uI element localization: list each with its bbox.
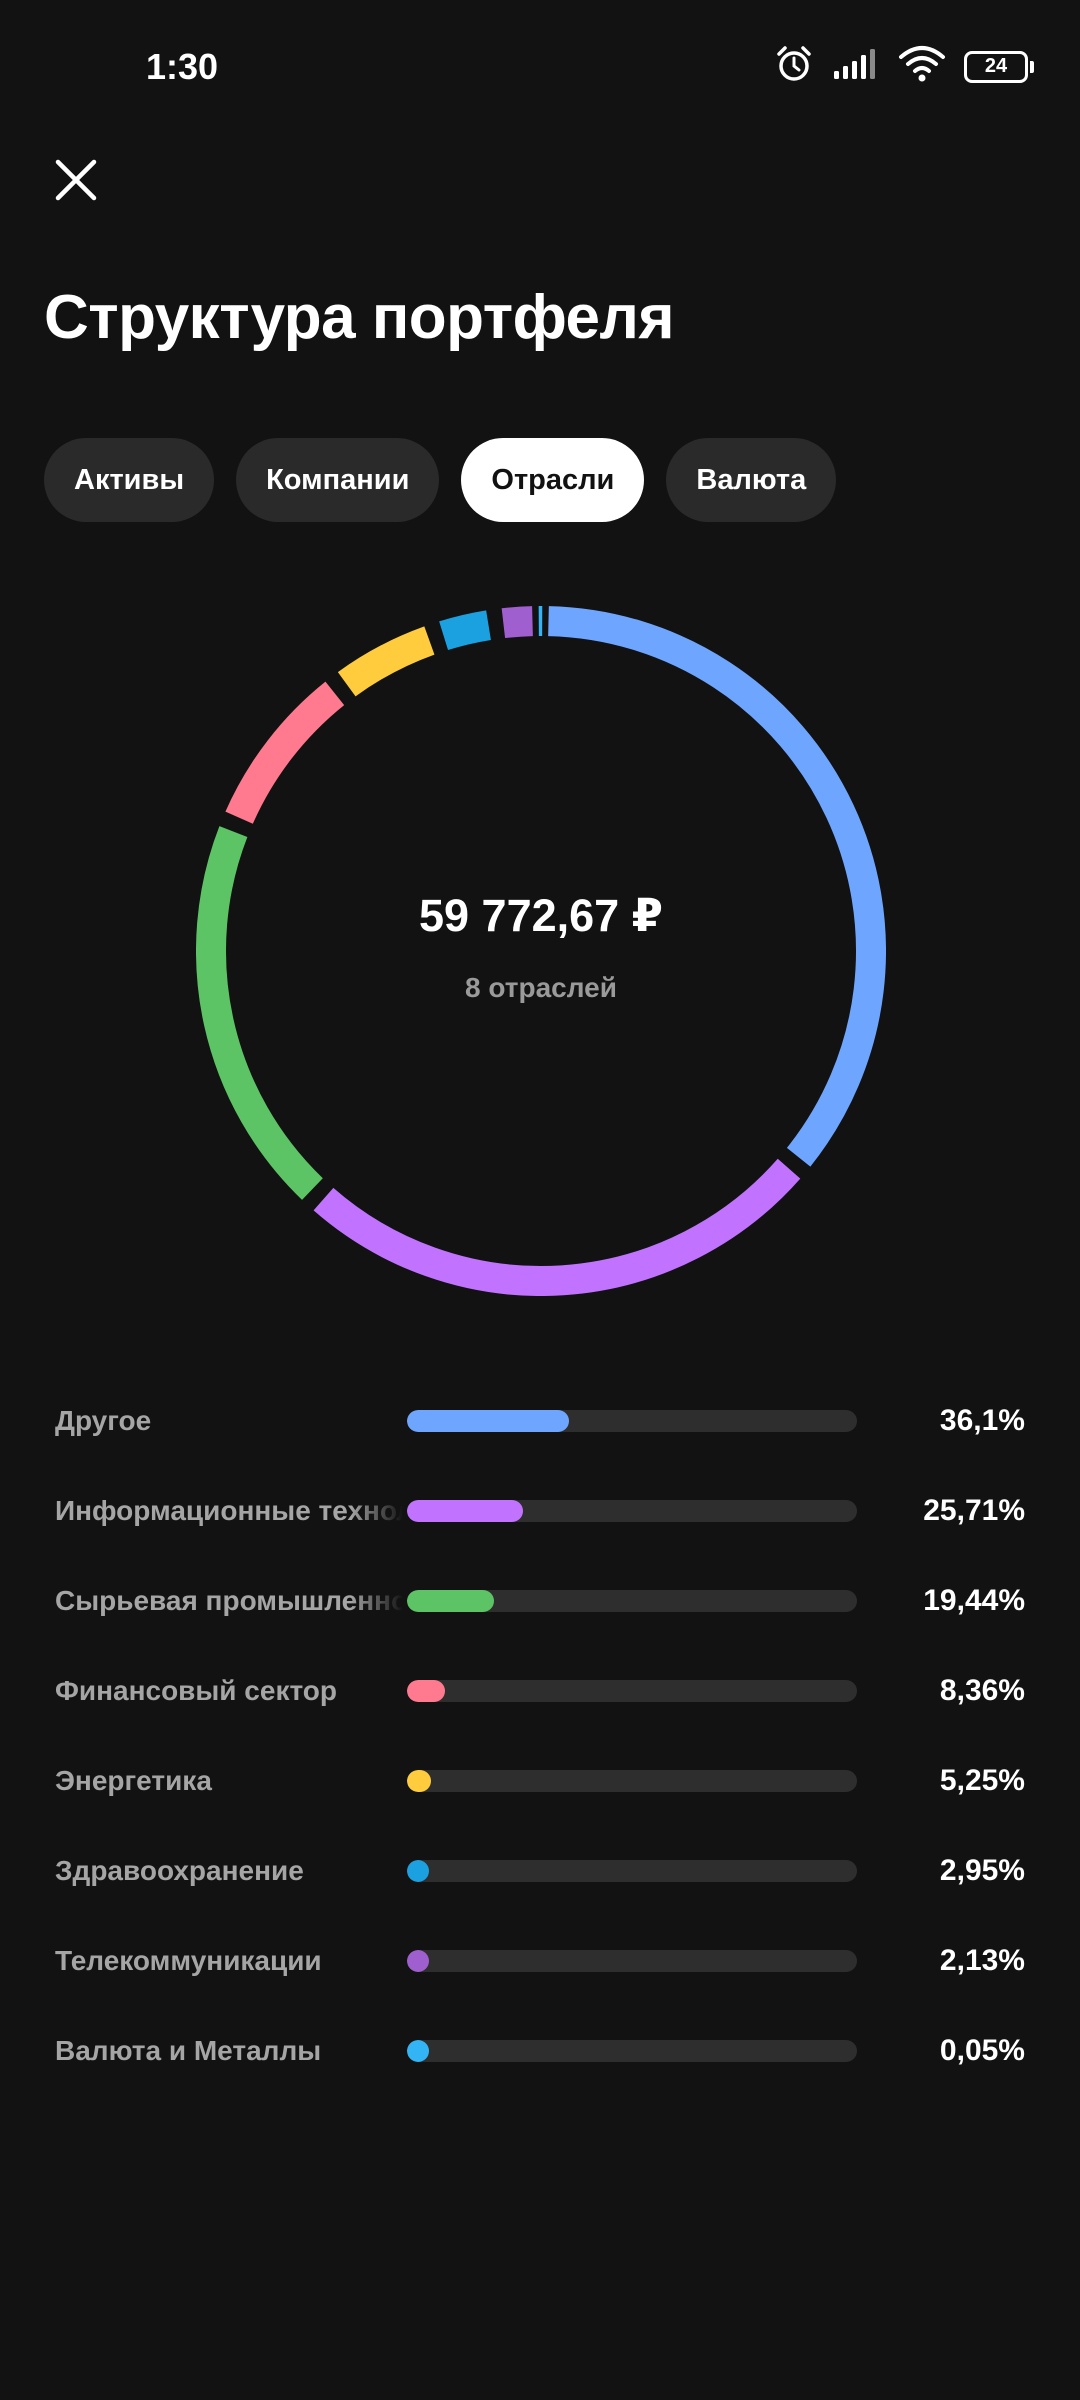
- page-title: Структура портфеля: [44, 283, 675, 352]
- sector-bar-fill: [407, 1680, 445, 1702]
- sector-percent: 2,95%: [939, 1854, 1025, 1887]
- sector-count: 8 отраслей: [465, 971, 617, 1003]
- sector-percent: 2,13%: [939, 1944, 1025, 1977]
- sector-bar-fill: [407, 1770, 431, 1792]
- sector-percent: 8,36%: [939, 1674, 1025, 1707]
- sector-bar-fill: [407, 1410, 570, 1432]
- donut-center: 59 772,67 ₽ 8 отраслей: [196, 606, 886, 1296]
- sector-label: Телекоммуникации: [55, 1945, 322, 1976]
- sector-bar-fill: [407, 2040, 429, 2062]
- sector-bar-track: [407, 1410, 857, 1432]
- sector-percent: 36,1%: [939, 1404, 1025, 1437]
- sector-row[interactable]: Финансовый сектор 8,36%: [55, 1646, 1025, 1736]
- sector-bar-track: [407, 1770, 857, 1792]
- portfolio-donut-chart: 59 772,67 ₽ 8 отраслей: [196, 606, 886, 1296]
- sector-bar-fill: [407, 1950, 429, 1972]
- sector-row[interactable]: Другое 36,1%: [55, 1376, 1025, 1466]
- tab-industries[interactable]: Отрасли: [461, 438, 645, 522]
- sector-percent: 5,25%: [939, 1764, 1025, 1797]
- tab-assets[interactable]: Активы: [44, 438, 215, 522]
- sector-label: Информационные технологии: [55, 1495, 403, 1526]
- battery-icon: 24: [964, 50, 1034, 83]
- sector-label: Другое: [55, 1405, 152, 1436]
- sector-label: Здравоохранение: [55, 1855, 304, 1886]
- sector-breakdown-list: Другое 36,1% Информационные технологии 2…: [55, 1376, 1025, 2096]
- status-icons: 24: [774, 44, 1034, 89]
- sector-bar-fill: [407, 1590, 495, 1612]
- sector-label: Сырьевая промышленность: [55, 1585, 403, 1616]
- sector-row[interactable]: Валюта и Металлы 0,05%: [55, 2006, 1025, 2096]
- sector-row[interactable]: Здравоохранение 2,95%: [55, 1826, 1025, 1916]
- sector-label: Валюта и Металлы: [55, 2035, 322, 2066]
- sector-label: Энергетика: [55, 1765, 212, 1796]
- sector-bar-track: [407, 1680, 857, 1702]
- sector-row[interactable]: Телекоммуникации 2,13%: [55, 1916, 1025, 2006]
- sector-bar-fill: [407, 1860, 429, 1882]
- sector-bar-track: [407, 2040, 857, 2062]
- sector-percent: 19,44%: [923, 1584, 1025, 1617]
- signal-icon: [832, 47, 880, 86]
- alarm-icon: [774, 44, 814, 89]
- sector-bar-track: [407, 1590, 857, 1612]
- segment-tabs: Активы Компании Отрасли Валюта: [44, 438, 837, 522]
- sector-percent: 0,05%: [939, 2034, 1025, 2067]
- sector-row[interactable]: Сырьевая промышленность 19,44%: [55, 1556, 1025, 1646]
- sector-row[interactable]: Энергетика 5,25%: [55, 1736, 1025, 1826]
- tab-currency[interactable]: Валюта: [666, 438, 837, 522]
- sector-percent: 25,71%: [923, 1494, 1025, 1527]
- close-icon: [55, 159, 97, 201]
- sector-bar-track: [407, 1500, 857, 1522]
- sector-bar-track: [407, 1860, 857, 1882]
- sector-row[interactable]: Информационные технологии 25,71%: [55, 1466, 1025, 1556]
- wifi-icon: [898, 45, 946, 88]
- sector-bar-track: [407, 1950, 857, 1972]
- status-time: 1:30: [146, 46, 219, 87]
- status-bar: 1:30 24: [0, 0, 1080, 130]
- close-button[interactable]: [46, 150, 106, 210]
- sector-label: Финансовый сектор: [55, 1675, 338, 1706]
- portfolio-total: 59 772,67 ₽: [418, 889, 663, 941]
- tab-companies[interactable]: Компании: [236, 438, 440, 522]
- sector-bar-fill: [407, 1500, 523, 1522]
